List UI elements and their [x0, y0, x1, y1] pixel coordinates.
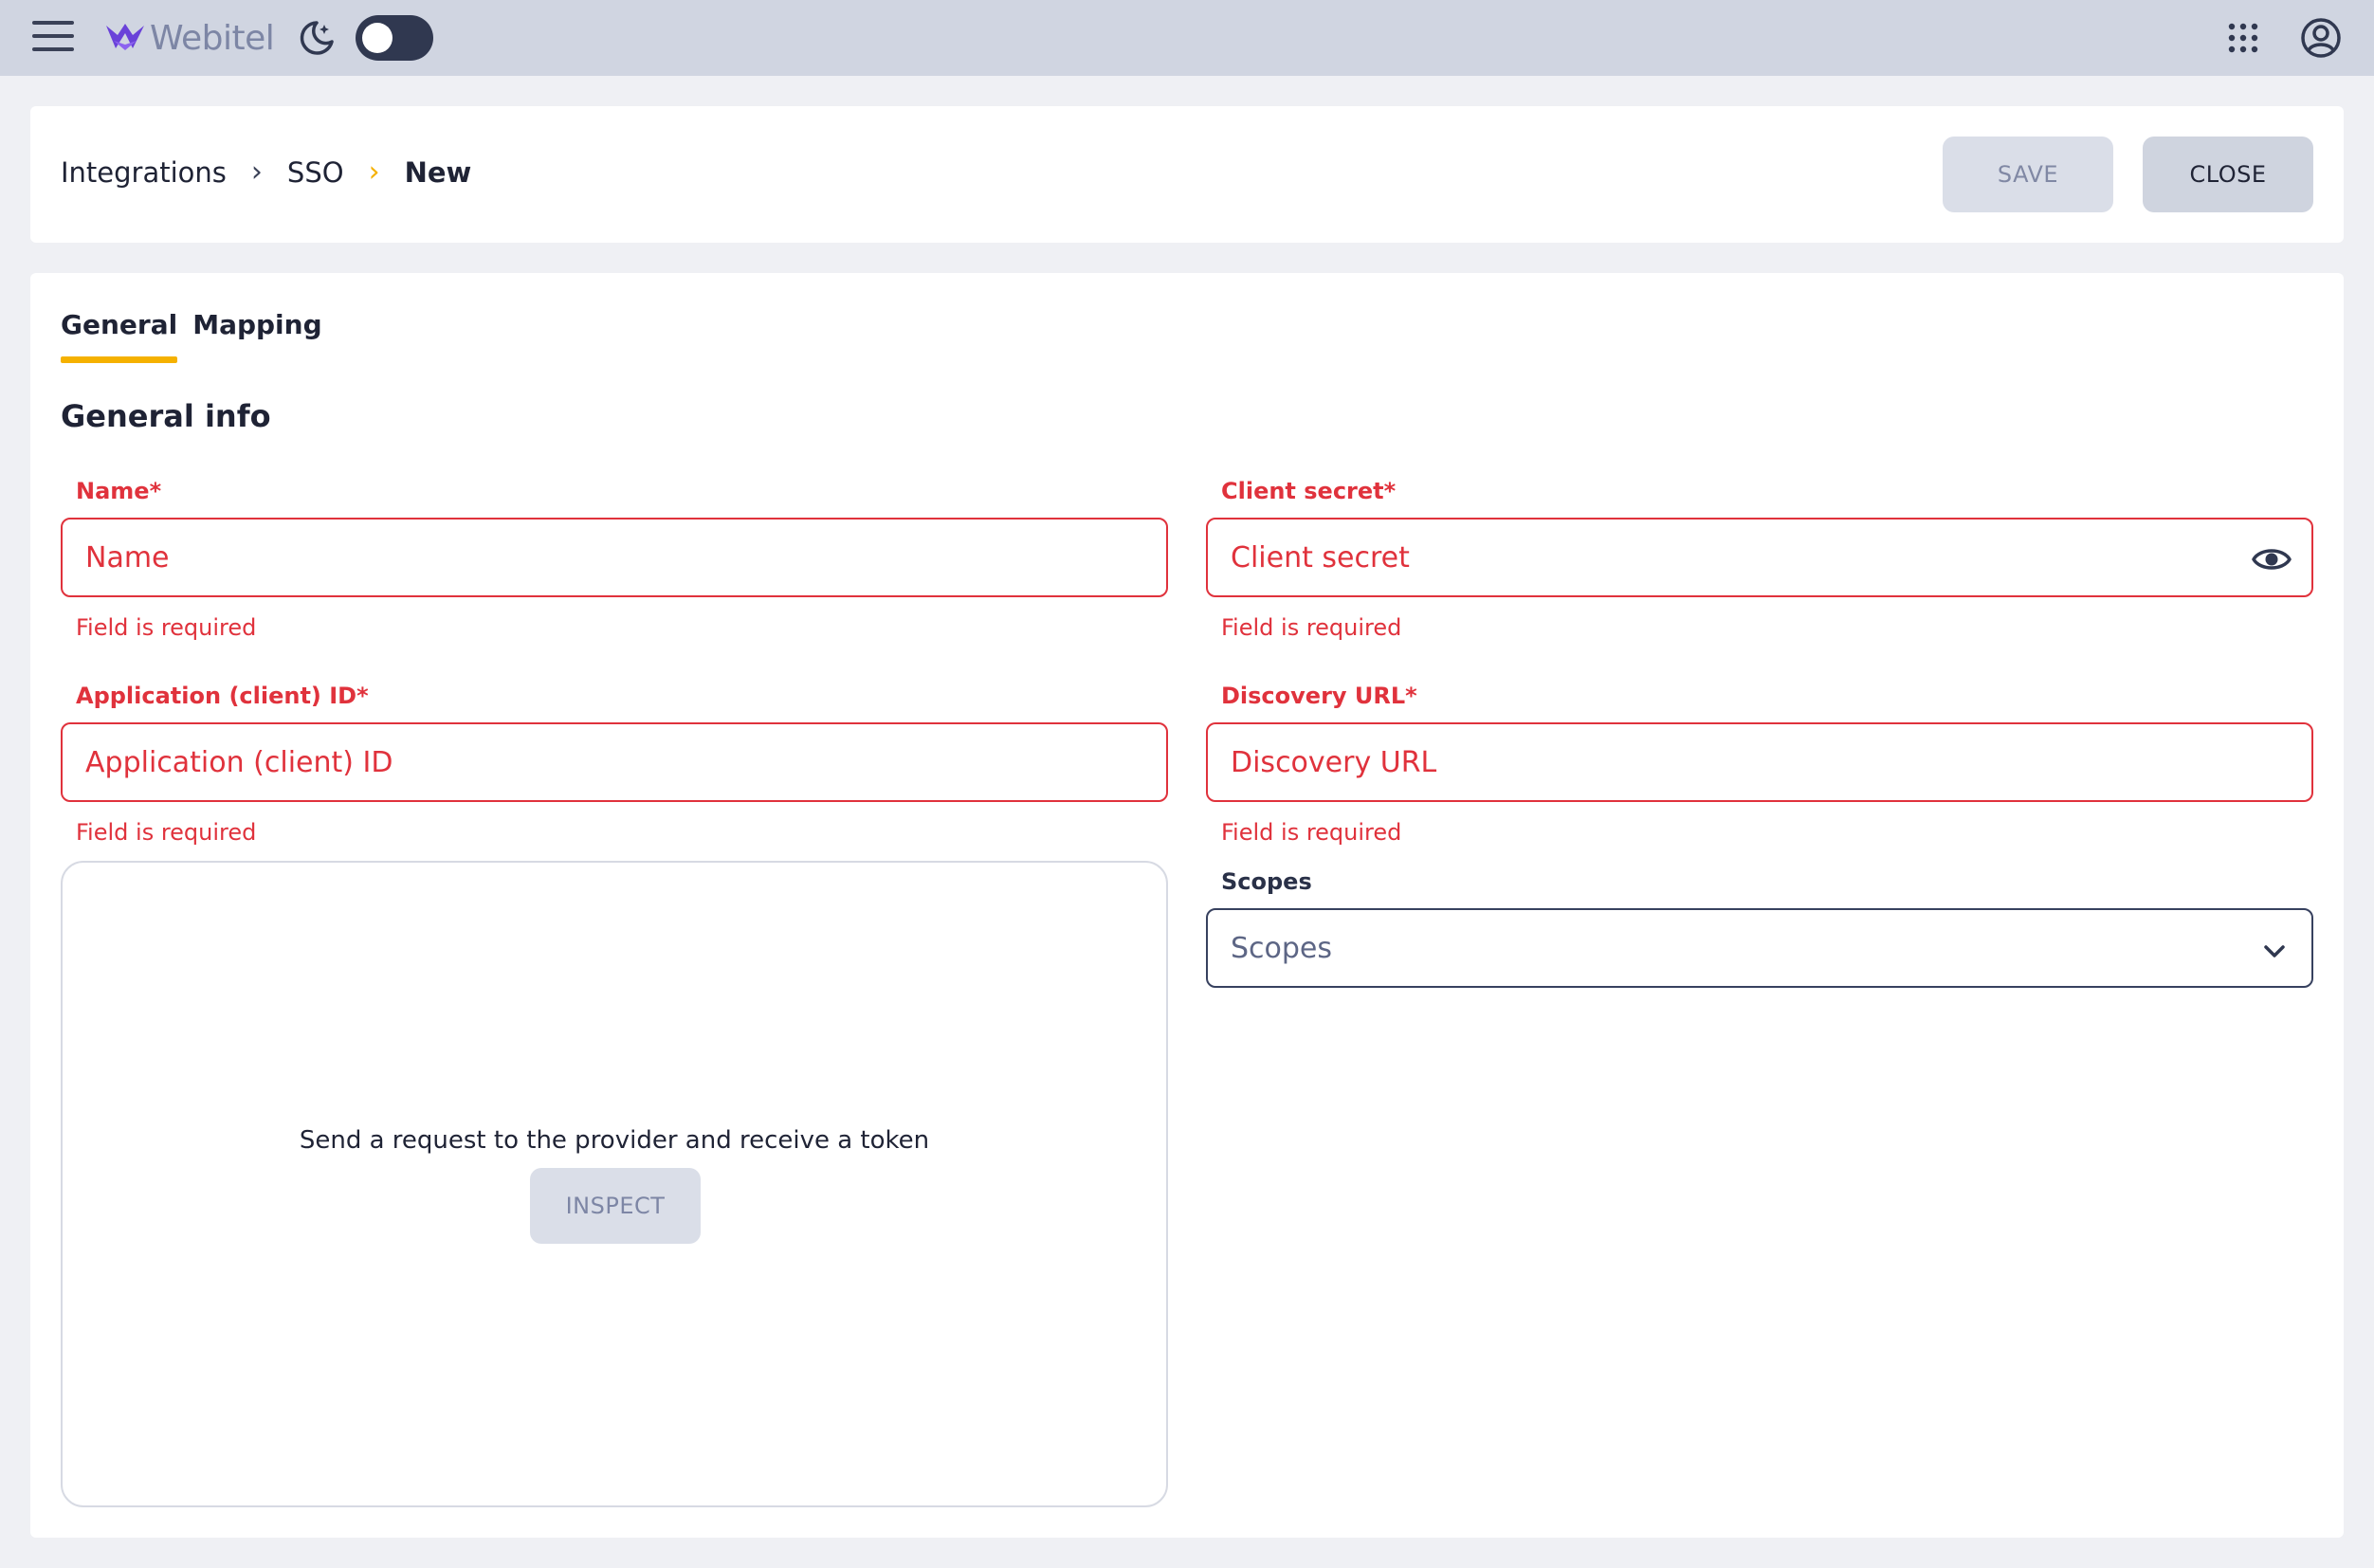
- chevron-right-icon: ›: [250, 155, 263, 189]
- inspect-panel: Send a request to the provider and recei…: [61, 861, 1168, 1507]
- breadcrumb-current: New: [404, 155, 472, 189]
- main-content: General Mapping General info Name* Field…: [30, 273, 2344, 1538]
- logo-text: Webitel: [150, 18, 275, 58]
- save-button[interactable]: SAVE: [1943, 137, 2113, 212]
- page-header: Integrations › SSO › New SAVE CLOSE: [30, 106, 2344, 243]
- discovery-url-input-wrapper: [1206, 722, 2313, 802]
- discovery-url-field: Discovery URL* Field is required: [1206, 683, 2313, 846]
- name-field: Name* Field is required: [61, 478, 1168, 641]
- discovery-url-error: Field is required: [1221, 819, 1402, 846]
- webitel-logo[interactable]: Webitel: [104, 17, 275, 59]
- client-secret-field: Client secret* Field is required: [1206, 478, 2313, 641]
- breadcrumb-integrations[interactable]: Integrations: [61, 156, 227, 189]
- top-bar: Webitel: [0, 0, 2374, 76]
- name-input-wrapper: [61, 518, 1168, 597]
- apps-grid-icon[interactable]: [2226, 21, 2260, 55]
- chevron-down-icon[interactable]: [2260, 937, 2289, 965]
- discovery-url-label: Discovery URL*: [1221, 683, 1417, 709]
- client-secret-error: Field is required: [1221, 614, 1402, 641]
- inspect-button[interactable]: INSPECT: [530, 1168, 701, 1244]
- client-secret-label: Client secret*: [1221, 478, 1397, 504]
- client-secret-input[interactable]: [1208, 520, 2311, 595]
- hamburger-menu-icon[interactable]: [32, 21, 74, 55]
- client-id-error: Field is required: [76, 819, 257, 846]
- client-id-label: Application (client) ID*: [76, 683, 369, 709]
- client-id-field: Application (client) ID* Field is requir…: [61, 683, 1168, 846]
- inspect-description: Send a request to the provider and recei…: [299, 1126, 930, 1155]
- moon-stars-icon: [300, 21, 334, 55]
- account-circle-icon[interactable]: [2298, 15, 2344, 61]
- close-button[interactable]: CLOSE: [2143, 137, 2313, 212]
- scopes-input[interactable]: [1208, 910, 2311, 986]
- chevron-right-icon: ›: [368, 155, 380, 189]
- name-input[interactable]: [63, 520, 1166, 595]
- tab-mapping[interactable]: Mapping: [192, 309, 321, 363]
- client-id-input[interactable]: [63, 724, 1166, 800]
- discovery-url-input[interactable]: [1208, 724, 2311, 800]
- scopes-label: Scopes: [1221, 868, 1312, 895]
- eye-icon[interactable]: [2251, 542, 2292, 576]
- client-id-input-wrapper: [61, 722, 1168, 802]
- tab-general[interactable]: General: [61, 309, 178, 363]
- dark-mode-toggle[interactable]: [356, 15, 433, 61]
- toggle-knob: [362, 23, 393, 53]
- client-secret-input-wrapper: [1206, 518, 2313, 597]
- scopes-field: Scopes: [1206, 868, 2313, 988]
- scopes-select[interactable]: [1206, 908, 2313, 988]
- breadcrumb: Integrations › SSO › New: [61, 155, 471, 189]
- tabs: General Mapping: [61, 309, 338, 363]
- name-error: Field is required: [76, 614, 257, 641]
- breadcrumb-sso[interactable]: SSO: [287, 156, 344, 189]
- name-label: Name*: [76, 478, 162, 504]
- section-title: General info: [61, 398, 271, 434]
- webitel-logo-icon: [106, 24, 144, 50]
